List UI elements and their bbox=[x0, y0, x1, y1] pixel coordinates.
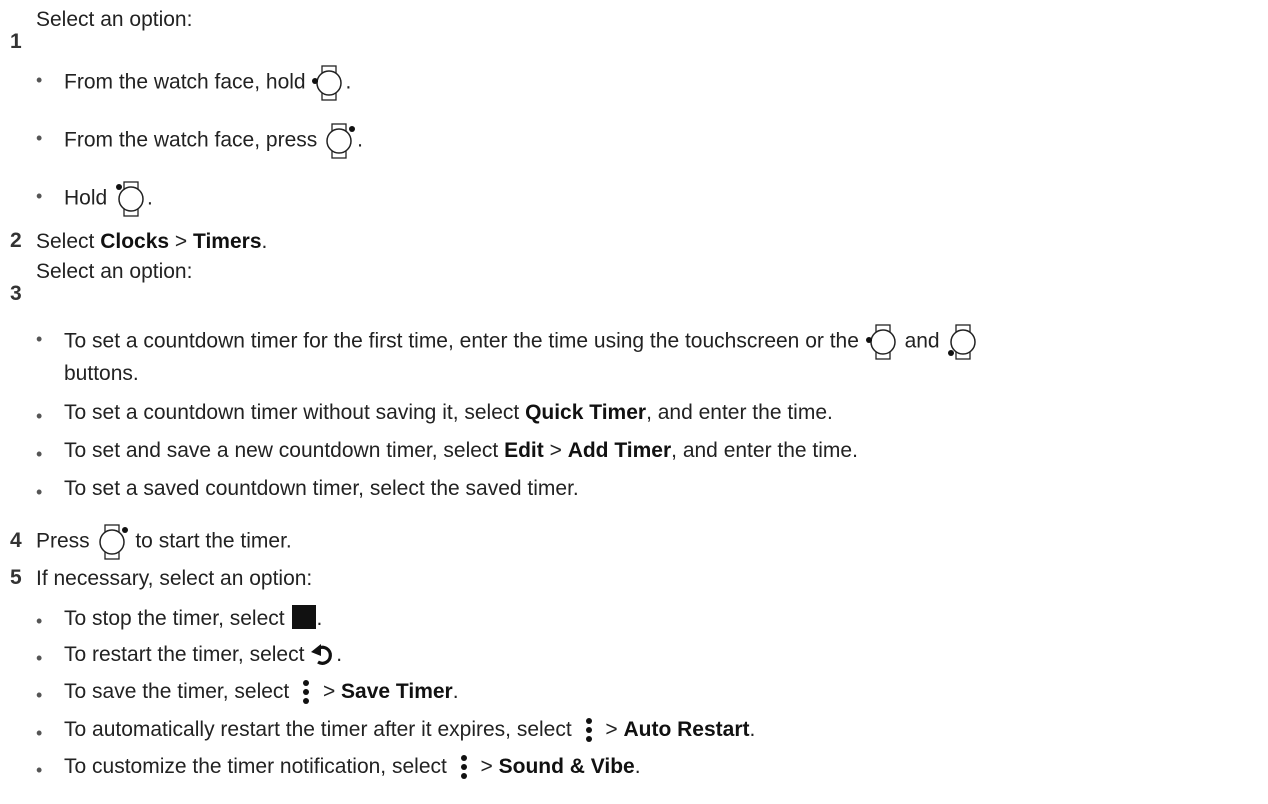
separator: > bbox=[169, 230, 194, 253]
menu-clocks: Clocks bbox=[100, 230, 170, 253]
list-item: From the watch face, press . bbox=[64, 122, 363, 160]
step-number: 1 bbox=[10, 30, 22, 53]
step-text: Select an option: bbox=[36, 260, 193, 283]
step-text: If necessary, select an option: bbox=[36, 567, 313, 590]
bullet: • bbox=[36, 406, 43, 426]
list-item: To automatically restart the timer after… bbox=[64, 717, 755, 743]
bullet: • bbox=[36, 329, 43, 349]
bullet: • bbox=[36, 685, 43, 705]
item-text: To restart the timer, select bbox=[64, 643, 311, 666]
text: Press bbox=[36, 529, 96, 553]
item-text: From the watch face, hold bbox=[64, 70, 312, 94]
list-item: From the watch face, hold . bbox=[64, 64, 351, 102]
menu-icon bbox=[460, 755, 467, 780]
item-text: To stop the timer, select bbox=[64, 607, 291, 630]
stop-icon bbox=[292, 605, 317, 629]
step-number: 4 bbox=[10, 529, 22, 552]
bullet: • bbox=[36, 760, 43, 780]
list-item: To set a saved countdown timer, select t… bbox=[64, 477, 579, 500]
item-text: To customize the timer notification, sel… bbox=[64, 755, 453, 778]
menu-add-timer: Add Timer bbox=[567, 439, 672, 462]
bullet: • bbox=[36, 482, 43, 502]
step-text: Select Clocks > Timers. bbox=[36, 229, 267, 255]
list-item: To save the timer, select > Save Timer. bbox=[64, 679, 459, 705]
restart-icon bbox=[311, 644, 333, 666]
menu-icon bbox=[303, 680, 310, 705]
item-text: . bbox=[147, 186, 153, 210]
menu-auto-restart: Auto Restart bbox=[623, 718, 750, 741]
watch-button-left-bottom-icon bbox=[948, 324, 977, 360]
watch-button-right-top-icon bbox=[98, 524, 128, 560]
list-item: Hold . bbox=[64, 180, 153, 218]
item-text: To set a countdown timer without saving … bbox=[64, 401, 526, 424]
item-text: . bbox=[345, 70, 352, 94]
step-number: 2 bbox=[10, 229, 22, 252]
item-text: . bbox=[452, 680, 459, 703]
watch-button-right-top-icon bbox=[326, 123, 356, 159]
bullet: • bbox=[36, 444, 43, 464]
bullet: • bbox=[36, 128, 43, 148]
separator: > bbox=[317, 680, 342, 703]
menu-quick-timer: Quick Timer bbox=[525, 401, 647, 424]
step-text: Press to start the timer. bbox=[36, 523, 292, 561]
list-item: To stop the timer, select . bbox=[64, 605, 322, 632]
list-item: To set a countdown timer for the first t… bbox=[64, 323, 979, 361]
menu-sound-vibe: Sound & Vibe bbox=[498, 755, 635, 778]
item-text: Hold bbox=[64, 186, 114, 210]
item-text: . bbox=[749, 718, 756, 741]
item-text: , and enter the time. bbox=[646, 401, 833, 424]
menu-icon bbox=[585, 718, 592, 743]
list-item: To customize the timer notification, sel… bbox=[64, 754, 641, 780]
text: to start the timer. bbox=[129, 529, 292, 553]
item-text: , and enter the time. bbox=[671, 439, 858, 462]
item-text: To save the timer, select bbox=[64, 680, 296, 703]
list-item: To set and save a new countdown timer, s… bbox=[64, 438, 858, 464]
item-text: and bbox=[898, 329, 946, 353]
bullet: • bbox=[36, 648, 43, 668]
item-text: To automatically restart the timer after… bbox=[64, 718, 578, 741]
bullet: • bbox=[36, 723, 43, 743]
menu-edit: Edit bbox=[504, 439, 544, 462]
separator: > bbox=[599, 718, 624, 741]
list-item: To restart the timer, select . bbox=[64, 642, 342, 668]
text: . bbox=[261, 230, 268, 253]
watch-button-left-top-icon bbox=[312, 65, 343, 101]
bullet: • bbox=[36, 611, 43, 631]
item-text: To set a countdown timer for the first t… bbox=[64, 329, 865, 353]
menu-timers: Timers bbox=[193, 230, 262, 253]
separator: > bbox=[474, 755, 499, 778]
step-number: 5 bbox=[10, 566, 22, 589]
watch-button-left-top-icon bbox=[865, 324, 896, 360]
item-text: . bbox=[357, 128, 363, 152]
step-text: Select an option: bbox=[36, 8, 193, 31]
list-item: To set a countdown timer without saving … bbox=[64, 400, 833, 426]
menu-save-timer: Save Timer bbox=[341, 680, 453, 703]
item-text: . bbox=[316, 607, 323, 630]
step-number: 3 bbox=[10, 282, 22, 305]
item-text: From the watch face, press bbox=[64, 128, 324, 152]
text: Select bbox=[36, 230, 101, 253]
watch-button-left-top-icon bbox=[116, 181, 144, 217]
item-text: . bbox=[634, 755, 641, 778]
item-text-continued: buttons. bbox=[64, 362, 139, 385]
bullet: • bbox=[36, 70, 43, 90]
item-text: To set and save a new countdown timer, s… bbox=[64, 439, 505, 462]
separator: > bbox=[543, 439, 568, 462]
bullet: • bbox=[36, 186, 43, 206]
item-text: . bbox=[336, 643, 343, 666]
